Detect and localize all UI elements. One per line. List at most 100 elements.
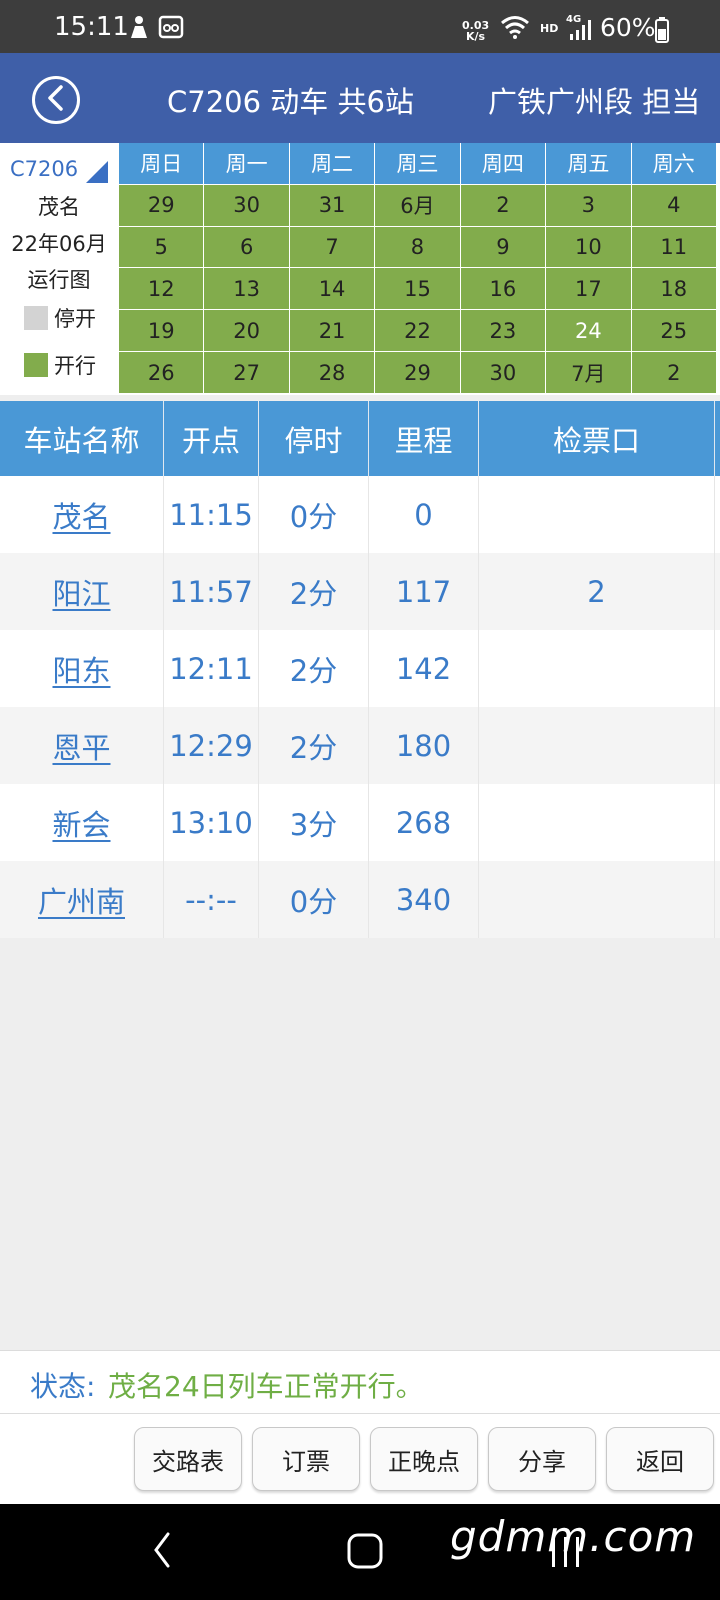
back-button[interactable] bbox=[32, 76, 80, 124]
calendar-day-cell[interactable]: 12 bbox=[119, 268, 204, 310]
table-row[interactable]: 茂名 11:15 0分 0 bbox=[0, 476, 720, 553]
ticket-gate bbox=[479, 707, 715, 784]
hd-indicator: HD bbox=[540, 22, 559, 35]
depart-time: 13:10 bbox=[164, 784, 259, 861]
calendar-day-cell[interactable]: 26 bbox=[119, 352, 204, 393]
status-bar: 15:11 0.03 K/s HD 4G 60% bbox=[0, 0, 720, 53]
station-name-link[interactable]: 新会 bbox=[0, 784, 164, 861]
calendar-day-cell[interactable]: 28 bbox=[289, 352, 375, 393]
col-gate: 检票口 bbox=[479, 401, 715, 476]
calendar-weekday: 周六 bbox=[631, 143, 716, 184]
stop-duration: 3分 bbox=[259, 784, 369, 861]
calendar-day-cell[interactable]: 19 bbox=[119, 310, 204, 352]
calendar-day-cell[interactable]: 10 bbox=[546, 226, 631, 268]
calendar-weekday: 周日 bbox=[119, 143, 204, 184]
run-calendar: C7206 茂名 22年06月 运行图 停开 开行 周日 周一 周二 周三 周四 周五 周六… bbox=[0, 143, 720, 395]
station-name-link[interactable]: 恩平 bbox=[0, 707, 164, 784]
calendar-day-cell[interactable]: 18 bbox=[631, 268, 716, 310]
ticket-gate bbox=[479, 861, 715, 938]
station-name-link[interactable]: 广州南 bbox=[0, 861, 164, 938]
net-speed-unit: K/s bbox=[466, 30, 486, 43]
table-row[interactable]: 广州南 --:-- 0分 340 bbox=[0, 861, 720, 938]
calendar-day-cell[interactable]: 7 bbox=[289, 226, 375, 268]
calendar-day-cell[interactable]: 31 bbox=[289, 184, 375, 226]
station-name-link[interactable]: 茂名 bbox=[0, 476, 164, 553]
calendar-day-cell[interactable]: 2 bbox=[631, 352, 716, 393]
share-button[interactable]: 分享 bbox=[488, 1427, 596, 1491]
station-name-link[interactable]: 阳东 bbox=[0, 630, 164, 707]
calendar-day-cell[interactable]: 7月 bbox=[546, 352, 631, 393]
calendar-day-cell[interactable]: 21 bbox=[289, 310, 375, 352]
calendar-day-cell[interactable]: 16 bbox=[460, 268, 546, 310]
routing-button[interactable]: 交路表 bbox=[134, 1427, 242, 1491]
status-time: 15:11 bbox=[54, 12, 129, 42]
status-message-bar: 状态: 茂名24日列车正常开行。 bbox=[0, 1350, 720, 1414]
signal-icon bbox=[568, 18, 592, 46]
calendar-day-cell[interactable]: 11 bbox=[631, 226, 716, 268]
table-row[interactable]: 阳东 12:11 2分 142 bbox=[0, 630, 720, 707]
calendar-day-cell[interactable]: 9 bbox=[460, 226, 546, 268]
calendar-day-cell[interactable]: 4 bbox=[631, 184, 716, 226]
system-nav-bar: gdmm.com bbox=[0, 1504, 720, 1600]
calendar-day-cell[interactable]: 6 bbox=[204, 226, 289, 268]
nav-back-icon[interactable] bbox=[150, 1530, 174, 1574]
calendar-day-cell[interactable]: 27 bbox=[204, 352, 289, 393]
status-text: 茂名24日列车正常开行。 bbox=[108, 1370, 424, 1403]
calendar-month: 22年06月 bbox=[11, 232, 107, 256]
col-mileage: 里程 bbox=[369, 401, 479, 476]
calendar-day-cell[interactable]: 17 bbox=[546, 268, 631, 310]
depart-time: 11:57 bbox=[164, 553, 259, 630]
nav-home-icon[interactable] bbox=[346, 1532, 384, 1574]
calendar-info-panel: C7206 茂名 22年06月 运行图 停开 开行 bbox=[0, 143, 118, 395]
calendar-day-cell[interactable]: 6月 bbox=[375, 184, 460, 226]
stop-duration: 2分 bbox=[259, 553, 369, 630]
calendar-day-cell[interactable]: 29 bbox=[119, 184, 204, 226]
calendar-day-cell[interactable]: 5 bbox=[119, 226, 204, 268]
calendar-day-cell[interactable]: 15 bbox=[375, 268, 460, 310]
booking-button[interactable]: 订票 bbox=[252, 1427, 360, 1491]
header-bar: C7206 动车 共6站 广铁广州段 担当 bbox=[0, 53, 720, 143]
calendar-day-cell[interactable]: 14 bbox=[289, 268, 375, 310]
ticket-gate: 2 bbox=[479, 553, 715, 630]
calendar-train-code[interactable]: C7206 bbox=[10, 157, 78, 181]
depart-time: --:-- bbox=[164, 861, 259, 938]
calendar-day-cell[interactable]: 30 bbox=[460, 352, 546, 393]
wifi-icon bbox=[500, 14, 530, 44]
calendar-day-cell[interactable]: 30 bbox=[204, 184, 289, 226]
notification-person-icon bbox=[128, 14, 150, 44]
calendar-day-cell[interactable]: 23 bbox=[460, 310, 546, 352]
calendar-day-cell[interactable]: 20 bbox=[204, 310, 289, 352]
station-table-header: 车站名称 开点 停时 里程 检票口 bbox=[0, 401, 720, 476]
calendar-day-cell[interactable]: 8 bbox=[375, 226, 460, 268]
legend-stopped: 停开 bbox=[24, 303, 96, 333]
return-button[interactable]: 返回 bbox=[606, 1427, 714, 1491]
calendar-chart-label: 运行图 bbox=[27, 268, 91, 292]
calendar-weekday: 周五 bbox=[546, 143, 631, 184]
station-name-link[interactable]: 阳江 bbox=[0, 553, 164, 630]
punctuality-button[interactable]: 正晚点 bbox=[370, 1427, 478, 1491]
table-row[interactable]: 阳江 11:57 2分 117 2 bbox=[0, 553, 720, 630]
calendar-day-cell[interactable]: 25 bbox=[631, 310, 716, 352]
calendar-day-cell[interactable]: 2 bbox=[460, 184, 546, 226]
calendar-grid: 周日 周一 周二 周三 周四 周五 周六 29 30 31 6月 2 3 4 5 6 7 8 9 10 11 12 13 14… bbox=[119, 143, 716, 393]
net-speed-indicator: 0.03 K/s bbox=[462, 20, 489, 42]
stop-duration: 2分 bbox=[259, 630, 369, 707]
mileage: 180 bbox=[369, 707, 479, 784]
page-title: C7206 动车 共6站 bbox=[167, 85, 414, 119]
calendar-day-cell[interactable]: 3 bbox=[546, 184, 631, 226]
calendar-day-cell[interactable]: 29 bbox=[375, 352, 460, 393]
calendar-weekday: 周一 bbox=[204, 143, 289, 184]
calendar-day-cell[interactable]: 13 bbox=[204, 268, 289, 310]
ticket-gate bbox=[479, 784, 715, 861]
station-table: 茂名 11:15 0分 0 阳江 11:57 2分 117 2 阳东 12:11 2分 142 恩平 12:… bbox=[0, 476, 720, 938]
calendar-day-cell[interactable]: 24 bbox=[546, 310, 631, 352]
dropdown-corner-icon[interactable] bbox=[86, 161, 108, 183]
table-row[interactable]: 新会 13:10 3分 268 bbox=[0, 784, 720, 861]
chevron-left-icon bbox=[44, 84, 68, 116]
legend-stopped-label: 停开 bbox=[54, 307, 96, 331]
mileage: 142 bbox=[369, 630, 479, 707]
calendar-day-cell[interactable]: 22 bbox=[375, 310, 460, 352]
legend-stopped-swatch bbox=[24, 306, 48, 330]
depart-time: 12:11 bbox=[164, 630, 259, 707]
table-row[interactable]: 恩平 12:29 2分 180 bbox=[0, 707, 720, 784]
